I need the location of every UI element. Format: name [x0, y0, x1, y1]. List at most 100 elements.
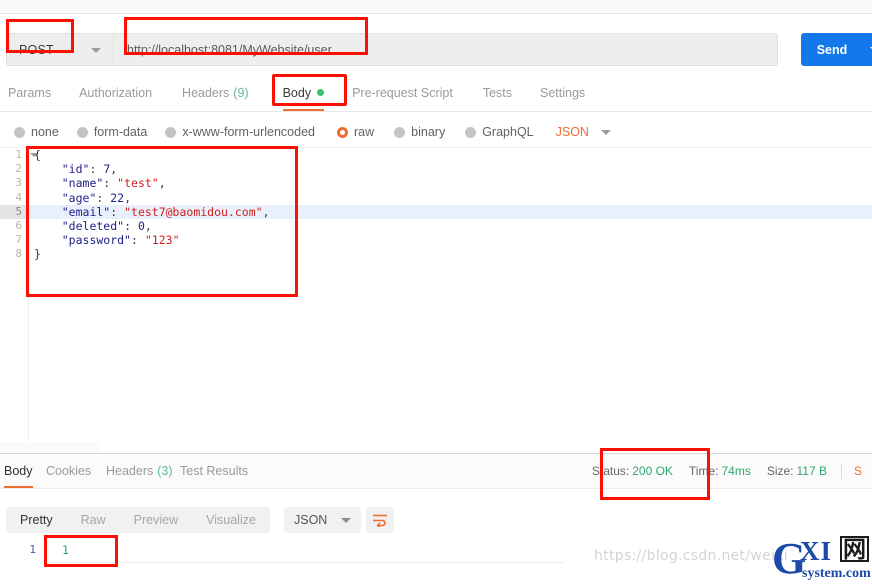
gxi-logo: G XI 网 system.com [772, 536, 872, 584]
response-tab-body[interactable]: Body [4, 454, 33, 488]
response-pane-divider[interactable] [0, 442, 872, 454]
radio-icon-selected [337, 126, 348, 138]
radio-label: x-www-form-urlencoded [182, 125, 315, 139]
response-tabs: Body Cookies Headers (3) Test Results St… [0, 454, 872, 489]
response-format-label: JSON [294, 513, 328, 527]
tab-count: (9) [233, 85, 249, 100]
line-number: 8 [15, 247, 22, 261]
body-type-urlencoded[interactable]: x-www-form-urlencoded [165, 125, 315, 139]
request-body-editor[interactable]: 1 2 3 4 5 6 7 8 { "id": 7, "name": "test… [0, 147, 872, 443]
body-type-graphql[interactable]: GraphQL [465, 125, 534, 139]
logo-system-text: system.com [802, 566, 871, 581]
radio-label: GraphQL [482, 125, 534, 139]
time-label: Time: [688, 464, 719, 478]
tab-body[interactable]: Body [282, 74, 325, 111]
radio-icon [76, 126, 88, 138]
raw-format-label: JSON [555, 125, 589, 139]
logo-letters-xi: XI [800, 536, 833, 566]
body-type-none[interactable]: none [14, 125, 59, 139]
chevron-down-icon [341, 517, 352, 523]
radio-icon [165, 126, 177, 138]
response-tab-test-results[interactable]: Test Results [180, 454, 248, 488]
code-line: "deleted": 0, [61, 218, 152, 233]
tab-label: Settings [540, 85, 586, 100]
code-line-active: "email": "test7@baomidou.com", [29, 204, 872, 219]
view-mode-pretty[interactable]: Pretty [6, 507, 67, 533]
line-number: 3 [15, 176, 22, 190]
response-tab-cookies[interactable]: Cookies [46, 454, 91, 488]
response-body-line: 1 [44, 537, 564, 563]
body-type-binary[interactable]: binary [394, 125, 445, 139]
response-line-number-gutter: 1 [0, 537, 44, 584]
wrap-text-icon [373, 514, 387, 527]
body-modified-dot-icon [317, 89, 325, 96]
body-type-row: none form-data x-www-form-urlencoded raw… [0, 118, 872, 146]
response-format-select[interactable]: JSON [284, 507, 362, 533]
line-number: 2 [15, 162, 22, 176]
view-mode-visualize[interactable]: Visualize [192, 507, 270, 533]
request-tabs: Params Authorization Headers (9) Body Pr… [0, 74, 872, 112]
chevron-down-icon [600, 129, 611, 135]
code-line: "id": 7, [61, 162, 118, 177]
view-mode-preview[interactable]: Preview [120, 507, 192, 533]
editor-line-number-gutter: 1 2 3 4 5 6 7 8 [0, 148, 29, 443]
code-line: { [34, 148, 41, 162]
tab-label: Authorization [79, 85, 153, 100]
tab-label: Cookies [46, 464, 92, 478]
size-label: Size: [766, 464, 794, 478]
response-tab-headers[interactable]: Headers (3) [106, 454, 173, 488]
wrap-lines-button[interactable] [366, 507, 394, 533]
editor-code-area[interactable]: { "id": 7, "name": "test", "age": 22, "e… [29, 148, 872, 443]
code-line: "password": "123" [61, 233, 180, 248]
radio-icon [465, 126, 477, 138]
tab-params[interactable]: Params [8, 74, 51, 111]
save-response-button[interactable]: S [854, 464, 862, 478]
code-line: "name": "test", [61, 176, 166, 191]
http-method-label: POST [19, 42, 54, 57]
status-badge: Status: 200 OK [592, 464, 673, 478]
time-value: 74ms [721, 464, 751, 478]
response-view-mode-group: Pretty Raw Preview Visualize [6, 507, 270, 533]
tab-authorization[interactable]: Authorization [79, 74, 152, 111]
tab-label: Params [8, 85, 52, 100]
view-mode-raw[interactable]: Raw [67, 507, 120, 533]
radio-icon [14, 126, 25, 138]
tab-label: Body [4, 464, 33, 478]
raw-format-select[interactable]: JSON [556, 125, 611, 139]
top-strip [0, 0, 872, 14]
tab-pre-request-script[interactable]: Pre-request Script [352, 74, 453, 111]
line-number: 6 [15, 218, 22, 232]
body-type-form-data[interactable]: form-data [76, 125, 147, 139]
line-number: 1 [29, 543, 36, 556]
request-url-text: http://localhost:8081/MyWebsite/user [127, 42, 332, 57]
radio-label: raw [354, 125, 375, 139]
chevron-down-icon [91, 48, 101, 53]
code-line: } [34, 247, 41, 262]
tab-headers[interactable]: Headers (9) [182, 74, 249, 111]
line-number: 1 [15, 148, 22, 161]
tab-tests[interactable]: Tests [483, 74, 512, 111]
body-type-raw[interactable]: raw [337, 125, 374, 139]
status-value: 200 OK [632, 464, 673, 478]
response-toolbar: Pretty Raw Preview Visualize JSON [0, 503, 872, 537]
request-url-input[interactable]: http://localhost:8081/MyWebsite/user [114, 33, 778, 66]
tab-settings[interactable]: Settings [540, 74, 585, 111]
request-url-bar: POST http://localhost:8081/MyWebsite/use… [0, 14, 872, 66]
http-method-select[interactable]: POST [6, 33, 114, 66]
line-number: 7 [15, 233, 22, 247]
csdn-watermark: https://blog.csdn.net/weixi [594, 548, 788, 564]
code-line: "age": 22, [61, 190, 132, 205]
send-options-button[interactable] [863, 33, 872, 66]
status-label: Status: [591, 464, 630, 478]
send-button[interactable]: Send [801, 33, 863, 66]
logo-cjk-char: 网 [840, 536, 869, 562]
tab-label: Body [282, 85, 312, 100]
size-value: 117 B [796, 464, 827, 478]
divider [840, 463, 842, 479]
size-badge: Size: 117 B [767, 464, 827, 478]
tab-label: Headers [182, 85, 230, 100]
tab-count: (3) [157, 464, 173, 478]
tab-label: Test Results [180, 464, 249, 478]
radio-label: none [31, 125, 59, 139]
postman-window: POST http://localhost:8081/MyWebsite/use… [0, 0, 872, 584]
